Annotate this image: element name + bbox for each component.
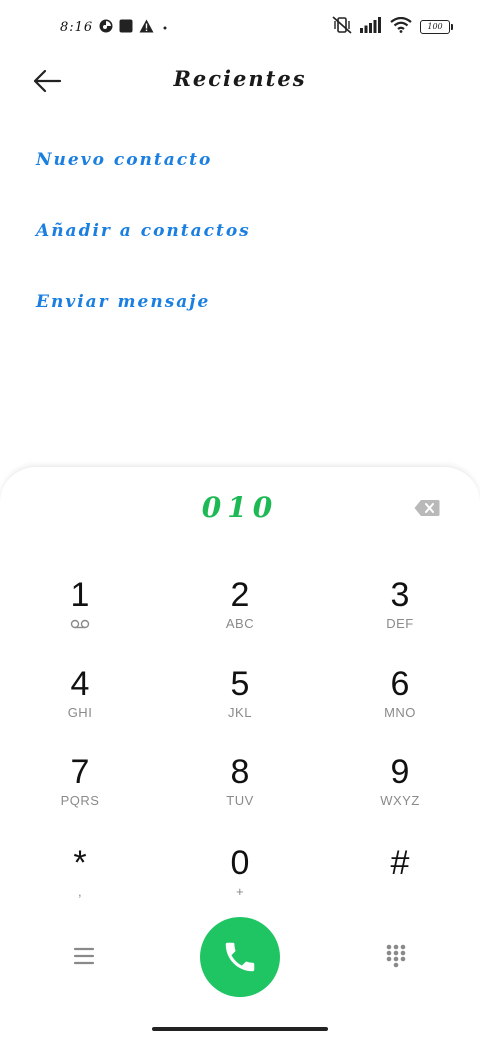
keypad-toggle-button[interactable] <box>384 943 408 969</box>
key-digit: 9 <box>390 753 410 791</box>
key-6[interactable]: 6 MNO <box>340 664 460 744</box>
key-8[interactable]: 8 TUV <box>180 752 300 832</box>
key-digit: 0 <box>230 844 250 882</box>
dialpad-panel: 010 1 2 ABC 3 DEF 4 GHI 5 JKL 6 MNO 7 PQ… <box>0 466 480 1041</box>
home-indicator[interactable] <box>152 1027 328 1031</box>
key-letters: , <box>77 884 83 899</box>
wifi-icon <box>390 16 412 37</box>
dialpad-icon <box>386 944 406 968</box>
warning-icon <box>139 18 154 37</box>
key-digit: * <box>73 844 87 882</box>
key-4[interactable]: 4 GHI <box>20 664 140 744</box>
key-hash[interactable]: # <box>340 843 460 923</box>
status-time: 8:16 <box>60 20 94 35</box>
key-letters: GHI <box>67 705 93 720</box>
key-digit: 5 <box>230 665 250 703</box>
key-2[interactable]: 2 ABC <box>180 575 300 655</box>
call-button[interactable] <box>200 917 280 997</box>
key-letters: ABC <box>225 616 255 631</box>
add-to-contacts-link[interactable]: Añadir a contactos <box>36 219 251 290</box>
status-bar: 8:16 100 <box>0 0 480 56</box>
square-notification-icon <box>119 18 133 37</box>
dialed-number: 010 <box>201 491 279 524</box>
key-letters: WXYZ <box>380 793 420 808</box>
key-star[interactable]: * , <box>20 843 140 923</box>
key-letters: MNO <box>384 705 416 720</box>
key-0[interactable]: 0 + <box>180 843 300 923</box>
status-right: 100 <box>332 16 453 38</box>
key-digit: # <box>390 844 410 882</box>
header: Recientes <box>0 56 480 106</box>
key-digit: 4 <box>70 665 90 703</box>
send-message-link[interactable]: Enviar mensaje <box>36 290 251 361</box>
signal-icon <box>360 17 382 37</box>
menu-icon <box>73 947 95 965</box>
status-left: 8:16 <box>60 18 170 37</box>
key-letters: + <box>235 884 245 899</box>
more-notifications-icon <box>160 18 170 37</box>
key-letters: DEF <box>386 616 414 631</box>
key-1[interactable]: 1 <box>20 575 140 655</box>
key-digit: 3 <box>390 576 410 614</box>
backspace-button[interactable] <box>414 499 440 517</box>
battery-indicator: 100 <box>420 20 453 34</box>
dialpad-bottom-row <box>0 915 480 999</box>
key-digit: 2 <box>230 576 250 614</box>
key-letters: PQRS <box>60 793 100 808</box>
key-digit: 1 <box>70 576 90 614</box>
key-digit: 8 <box>230 753 250 791</box>
actions-list: Nuevo contacto Añadir a contactos Enviar… <box>36 148 251 361</box>
vibrate-off-icon <box>332 16 352 38</box>
key-letters: TUV <box>226 793 254 808</box>
key-digit: 7 <box>70 753 90 791</box>
key-9[interactable]: 9 WXYZ <box>340 752 460 832</box>
menu-button[interactable] <box>72 945 96 967</box>
backspace-icon <box>414 500 440 516</box>
key-7[interactable]: 7 PQRS <box>20 752 140 832</box>
new-contact-link[interactable]: Nuevo contacto <box>36 148 251 219</box>
app-notification-icon <box>99 18 113 37</box>
page-title: Recientes <box>173 66 307 91</box>
key-digit: 6 <box>390 665 410 703</box>
key-letters: JKL <box>228 705 252 720</box>
key-3[interactable]: 3 DEF <box>340 575 460 655</box>
voicemail-icon <box>20 615 140 634</box>
phone-icon <box>225 942 255 972</box>
key-5[interactable]: 5 JKL <box>180 664 300 744</box>
